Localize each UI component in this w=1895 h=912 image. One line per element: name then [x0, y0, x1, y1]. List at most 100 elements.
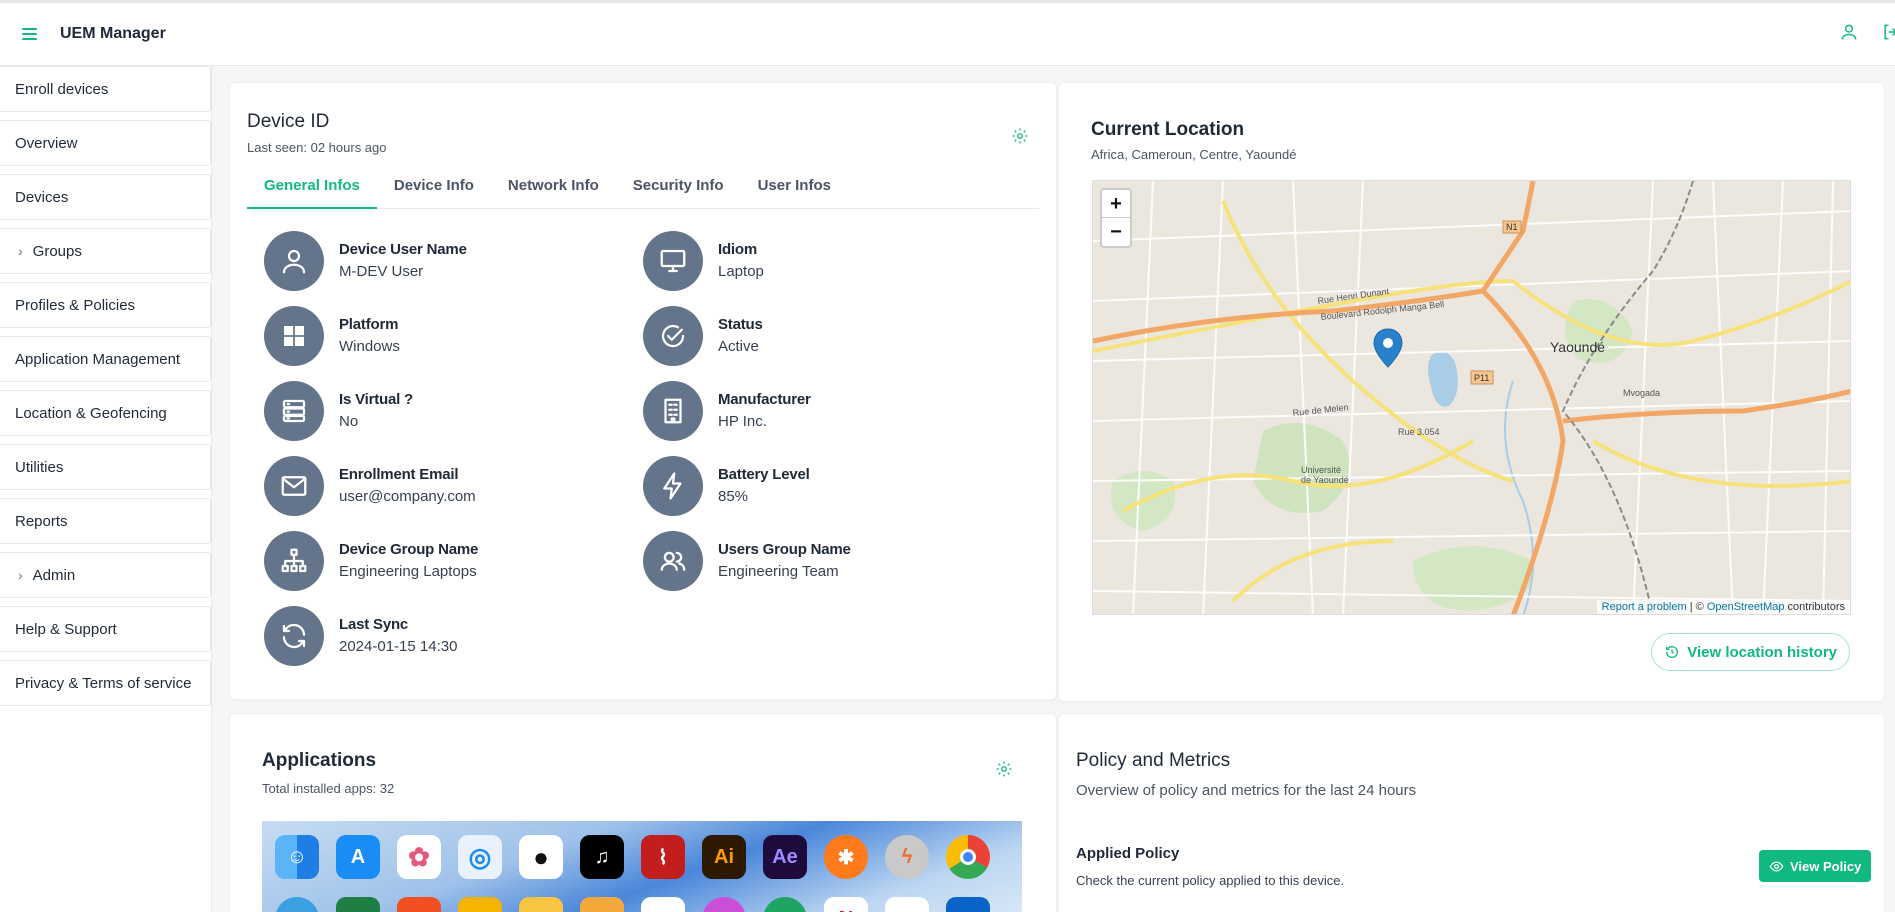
map-tiles: Rue Henri Dunant Boulevard Rodolph Manga… [1093, 181, 1850, 614]
history-icon [1666, 646, 1679, 658]
field-label: Device Group Name [339, 541, 479, 558]
sidebar-item-application-management[interactable]: Application Management [0, 336, 211, 382]
field-label: Battery Level [718, 466, 810, 483]
podcasts-app-icon[interactable] [702, 897, 746, 912]
sidebar-item-privacy-terms[interactable]: Privacy & Terms of service [0, 660, 211, 706]
sidebar-item-label: Admin [32, 566, 76, 584]
user-profile-icon[interactable] [1839, 22, 1859, 47]
illustrator-app-icon[interactable]: Ai [702, 835, 746, 879]
chrome-app-icon[interactable] [946, 835, 990, 879]
zoom-in-button[interactable]: + [1102, 190, 1130, 218]
field-device-group-name: Device Group Name Engineering Laptops [264, 531, 478, 591]
settings-gear-icon[interactable] [995, 760, 1013, 778]
map-attribution: Report a problem | © OpenStreetMap contr… [1596, 600, 1850, 614]
bolt-icon [643, 456, 703, 516]
applications-card: Applications Total installed apps: 32 ☺ … [229, 713, 1057, 912]
svg-text:Mvogada: Mvogada [1623, 388, 1660, 398]
field-value: Laptop [718, 263, 764, 280]
sidebar-item-label: Overview [15, 134, 78, 152]
field-label: Device User Name [339, 241, 467, 258]
zoom-controls: + − [1100, 188, 1132, 248]
field-label: Users Group Name [718, 541, 851, 558]
after-effects-app-icon[interactable]: Ae [763, 835, 807, 879]
app-store-icon[interactable]: A [336, 835, 380, 879]
monitor-icon [643, 231, 703, 291]
sidebar-item-groups[interactable]: › Groups [0, 228, 211, 274]
building-icon [643, 381, 703, 441]
sidebar-item-overview[interactable]: Overview [0, 120, 211, 166]
zoom-out-button[interactable]: − [1102, 218, 1130, 246]
tab-user-infos[interactable]: User Infos [741, 173, 848, 209]
sidebar-item-utilities[interactable]: Utilities [0, 444, 211, 490]
netflix-app-icon[interactable]: N [824, 897, 868, 912]
user-icon [264, 231, 324, 291]
tab-network-info[interactable]: Network Info [491, 173, 616, 209]
outlook-app-icon[interactable] [946, 897, 990, 912]
sidebar-item-reports[interactable]: Reports [0, 498, 211, 544]
app-title: UEM Manager [60, 25, 166, 42]
sidebar-item-admin[interactable]: › Admin [0, 552, 211, 598]
sidebar-item-devices[interactable]: Devices [0, 174, 211, 220]
logout-icon[interactable] [1881, 22, 1895, 47]
settings-gear-icon[interactable] [1011, 127, 1029, 145]
safari-app-icon[interactable]: ◎ [458, 835, 502, 879]
field-value: Windows [339, 338, 400, 355]
field-battery-level: Battery Level 85% [643, 456, 810, 516]
field-value: 2024-01-15 14:30 [339, 638, 458, 655]
sidebar-item-enroll-devices[interactable]: Enroll devices [0, 66, 211, 112]
excel-app-icon[interactable] [336, 897, 380, 912]
tab-device-info[interactable]: Device Info [377, 173, 491, 209]
app-icon[interactable] [397, 897, 441, 912]
acrobat-app-icon[interactable]: ⌇ [641, 835, 685, 879]
map[interactable]: Rue Henri Dunant Boulevard Rodolph Manga… [1092, 180, 1851, 615]
sidebar-item-help-support[interactable]: Help & Support [0, 606, 211, 652]
device-info-card: Device ID Last seen: 02 hours ago Genera… [229, 82, 1057, 700]
last-seen: Last seen: 02 hours ago [247, 140, 387, 155]
hamburger-menu-icon[interactable] [22, 24, 42, 44]
view-policy-label: View Policy [1790, 858, 1862, 874]
drive-app-icon[interactable] [458, 897, 502, 912]
field-last-sync: Last Sync 2024-01-15 14:30 [264, 606, 457, 666]
report-problem-link[interactable]: Report a problem [1602, 601, 1687, 613]
applications-subtitle: Total installed apps: 32 [262, 781, 395, 796]
policy-metrics-card: Policy and Metrics Overview of policy an… [1058, 713, 1885, 912]
openai-app-icon[interactable]: ⊛ [885, 897, 929, 912]
device-title: Device ID [247, 111, 330, 132]
chevron-right-icon: › [18, 567, 23, 583]
music-app-icon[interactable]: ♫ [580, 835, 624, 879]
attribution-tail: contributors [1784, 601, 1845, 613]
field-device-user-name: Device User Name M-DEV User [264, 231, 467, 291]
app-icon[interactable] [580, 897, 624, 912]
bolt-app-icon[interactable]: ϟ [885, 835, 929, 879]
osm-link[interactable]: OpenStreetMap [1707, 601, 1785, 613]
field-value: No [339, 413, 359, 430]
svg-text:de Yaoundé: de Yaoundé [1301, 475, 1349, 485]
sidebar-item-label: Groups [32, 242, 82, 260]
sidebar-item-location-geofencing[interactable]: Location & Geofencing [0, 390, 211, 436]
avast-app-icon[interactable]: ✱ [824, 835, 868, 879]
eye-icon [1769, 860, 1784, 872]
github-app-icon[interactable]: ● [519, 835, 563, 879]
app-icon[interactable] [519, 897, 563, 912]
field-platform: Platform Windows [264, 306, 400, 366]
view-location-history-button[interactable]: View location history [1651, 633, 1850, 671]
photos-app-icon[interactable]: ✿ [397, 835, 441, 879]
policy-title: Policy and Metrics [1076, 750, 1231, 771]
field-manufacturer: Manufacturer HP Inc. [643, 381, 811, 441]
view-policy-button[interactable]: View Policy [1759, 850, 1872, 882]
svg-text:Université: Université [1301, 465, 1341, 475]
finder-app-icon[interactable]: ☺ [275, 835, 319, 879]
sidebar-item-label: Reports [15, 512, 68, 530]
applied-policy-description: Check the current policy applied to this… [1076, 873, 1345, 888]
app-icon[interactable] [275, 897, 319, 912]
app-icon[interactable] [763, 897, 807, 912]
tab-general-infos[interactable]: General Infos [247, 173, 377, 209]
sidebar-item-profiles-policies[interactable]: Profiles & Policies [0, 282, 211, 328]
field-value: user@company.com [339, 488, 476, 505]
device-tabs: General Infos Device Info Network Info S… [247, 173, 1039, 209]
field-status: Status Active [643, 306, 763, 366]
field-label: Enrollment Email [339, 466, 459, 483]
gta-app-icon[interactable] [641, 897, 685, 912]
sidebar-item-label: Profiles & Policies [15, 296, 136, 314]
tab-security-info[interactable]: Security Info [616, 173, 741, 209]
